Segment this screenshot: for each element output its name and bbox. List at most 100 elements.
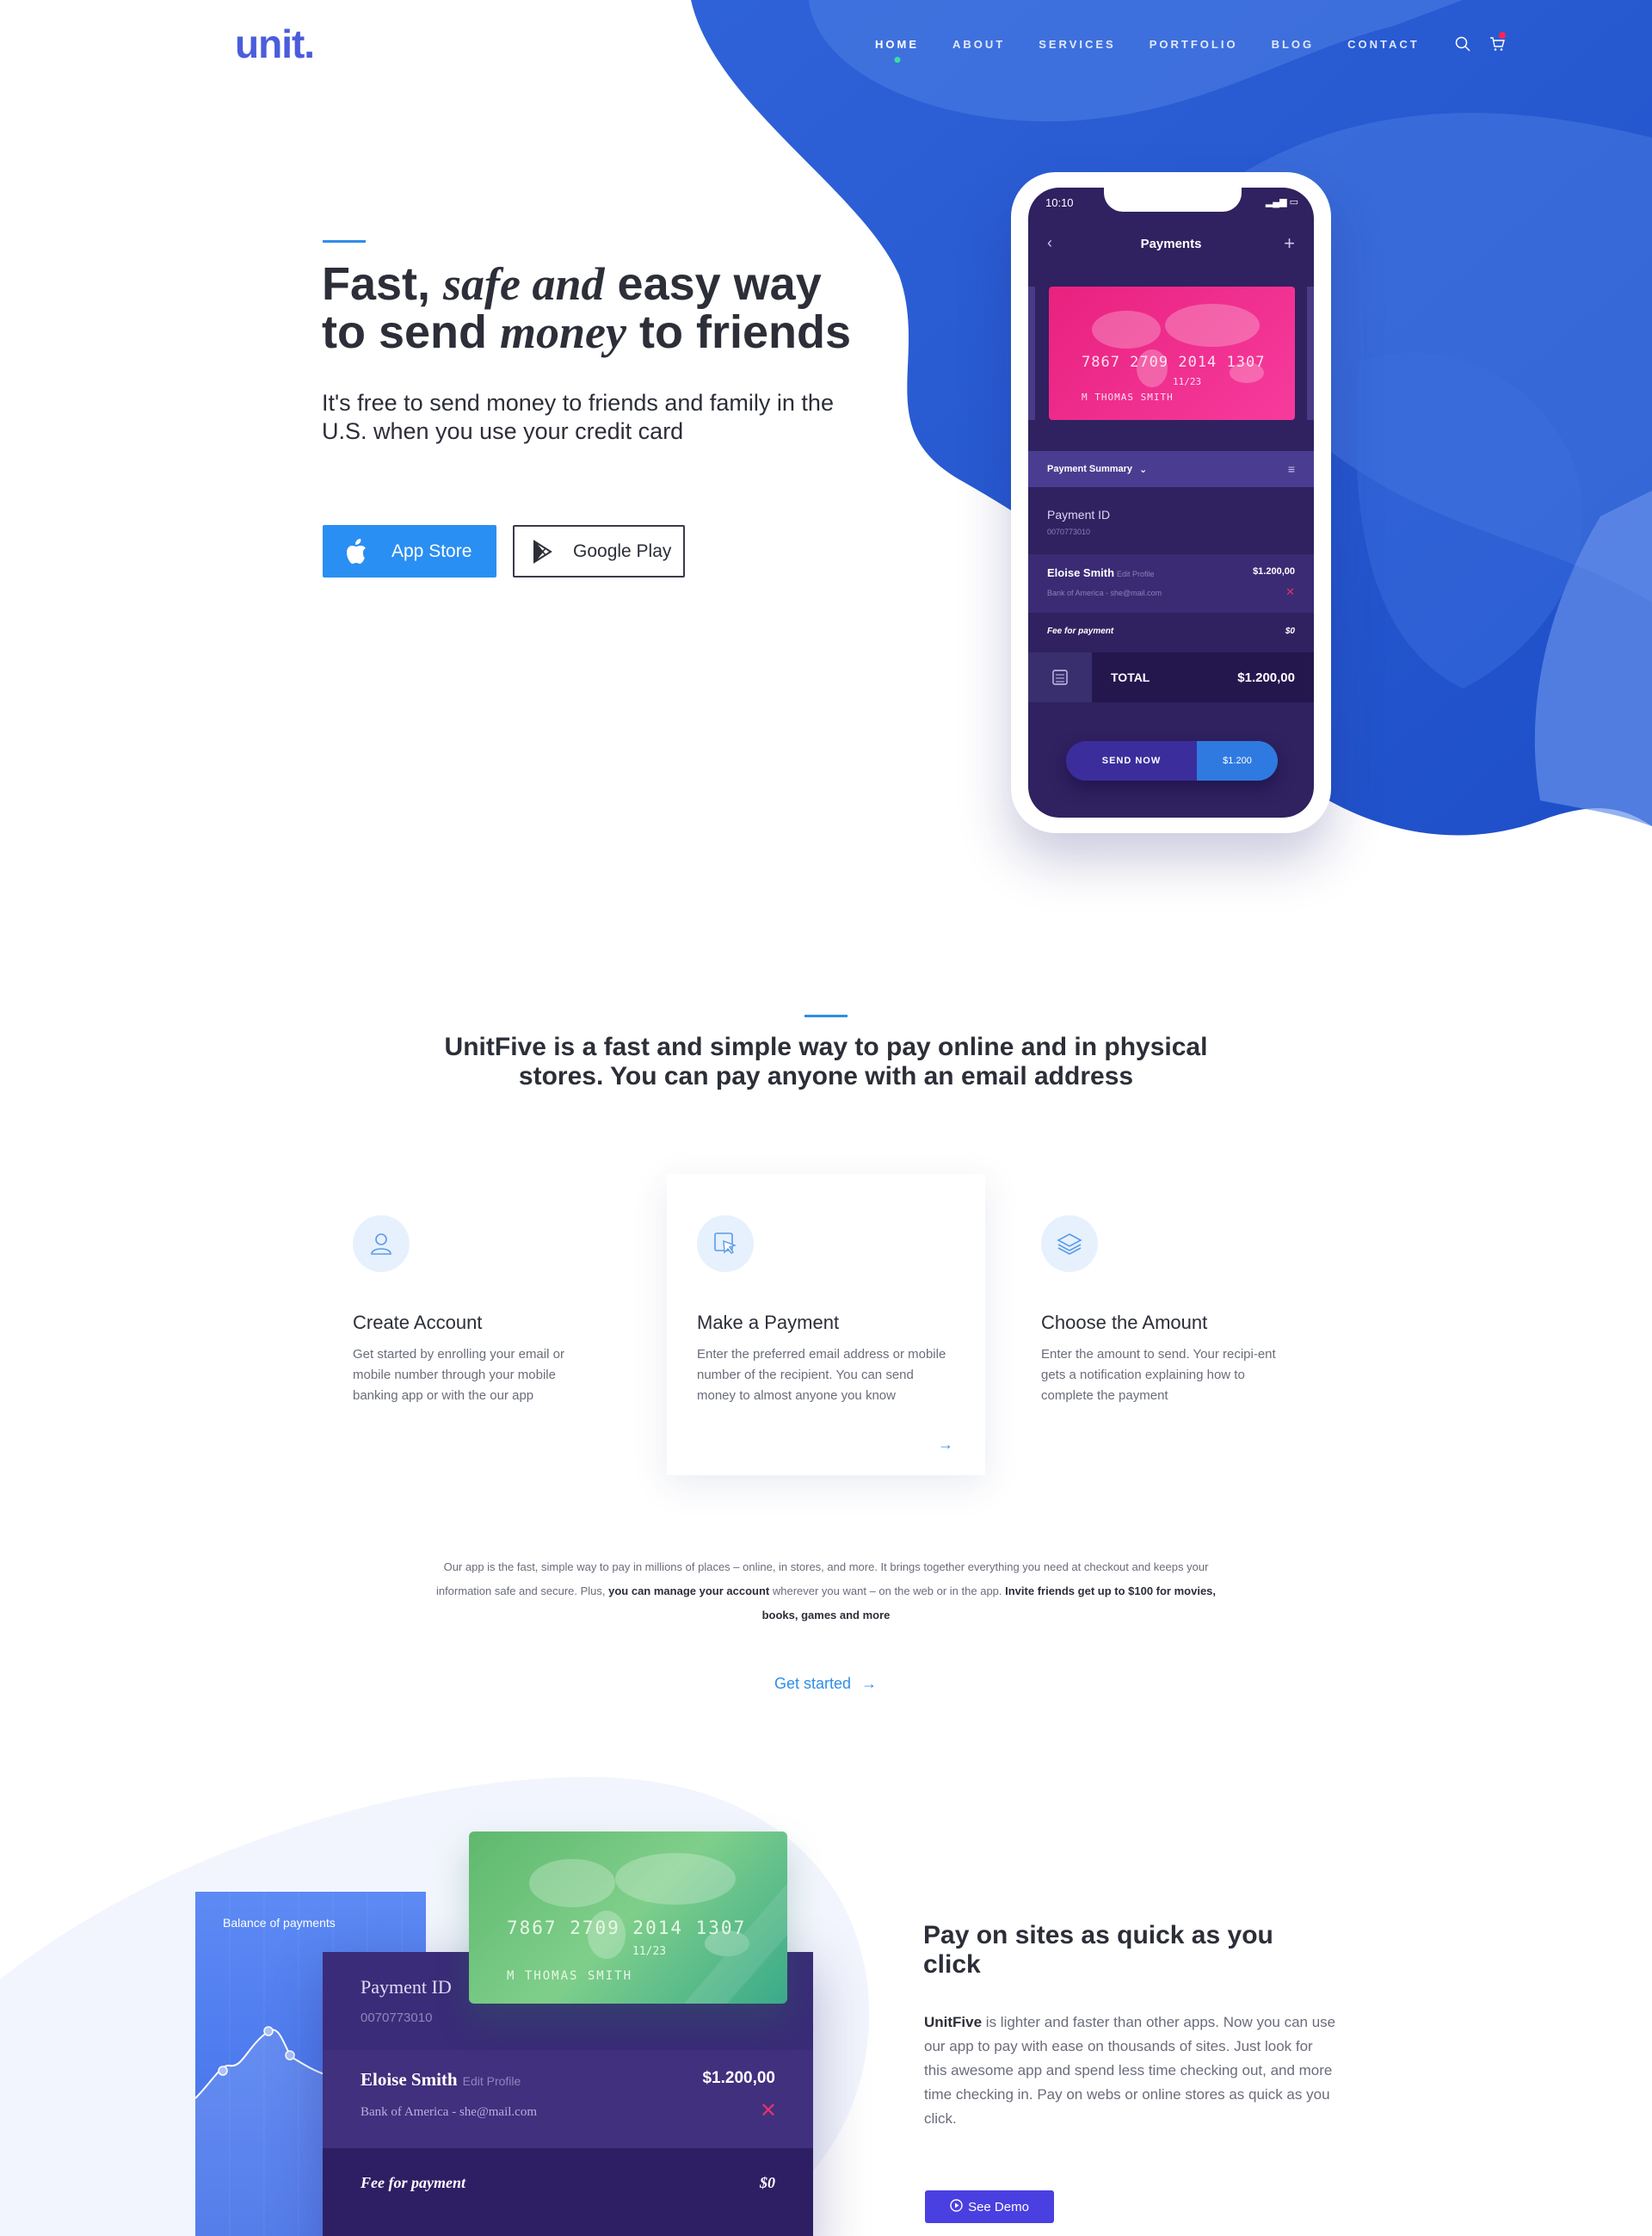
payee-row: Eloise Smith Edit Profile Bank of America…	[323, 2050, 813, 2148]
total-label: TOTAL	[1111, 670, 1150, 684]
hero-title-part: to send	[322, 306, 501, 358]
card-prev	[1028, 287, 1035, 420]
hero-title-part: easy way	[604, 258, 822, 310]
payee-amount: $1.200,00	[702, 2069, 775, 2087]
nav-blog[interactable]: BLOG	[1272, 38, 1315, 51]
credit-card[interactable]: 7867 2709 2014 1307 11/23 M THOMAS SMITH	[1049, 287, 1295, 420]
nav-home-label: HOME	[875, 37, 919, 51]
get-started-label: Get started	[774, 1675, 852, 1692]
hero-title-part: Fast,	[322, 258, 444, 310]
feature-title: Choose the Amount	[1041, 1312, 1208, 1333]
nav-about[interactable]: ABOUT	[952, 38, 1005, 51]
fee-label: Fee for payment	[1047, 627, 1114, 636]
feature-title: Create Account	[353, 1312, 483, 1333]
chevron-down-icon: ⌄	[1139, 464, 1148, 475]
fee-label: Fee for payment	[361, 2174, 465, 2191]
card-holder: M THOMAS SMITH	[507, 1969, 633, 1983]
nav-portfolio[interactable]: PORTFOLIO	[1150, 38, 1238, 51]
payment-id: 0070773010	[1047, 528, 1091, 536]
fee-value: $0	[1285, 627, 1295, 636]
hero-title-part: to friends	[626, 306, 852, 358]
payee-name: Eloise Smith Edit Profile	[361, 2069, 521, 2091]
description-paragraph: Our app is the fast, simple way to pay i…	[430, 1555, 1222, 1628]
phone-screen: 10:10 ▂▄▆ ▭ ‹ Payments + 7867 2709 2014 …	[1028, 188, 1314, 818]
see-demo-label: See Demo	[968, 2199, 1029, 2214]
card-expiry: 11/23	[1173, 376, 1202, 387]
nav-home[interactable]: HOME	[875, 37, 919, 63]
edit-profile-link[interactable]: Edit Profile	[463, 2074, 521, 2088]
fee-row	[323, 2148, 813, 2236]
search-icon[interactable]	[1453, 34, 1472, 53]
section-divider	[804, 1015, 848, 1017]
close-icon[interactable]: ✕	[760, 2098, 777, 2123]
section-text: UnitFive is lighter and faster than othe…	[924, 2011, 1337, 2131]
feature-title: Make a Payment	[697, 1312, 840, 1333]
hero-divider	[323, 240, 366, 243]
hero-title-italic: money	[500, 306, 626, 358]
nav-contact[interactable]: CONTACT	[1347, 38, 1420, 51]
logo[interactable]: unit.	[235, 21, 315, 67]
calculator-icon	[1028, 652, 1092, 702]
payee-bank: Bank of America - she@mail.com	[361, 2105, 538, 2119]
get-started-link[interactable]: Get started →	[774, 1675, 877, 1693]
add-icon[interactable]: +	[1284, 232, 1295, 255]
brand-name: UnitFive	[924, 2014, 983, 2030]
paragraph-bold: you can manage your account	[608, 1584, 770, 1597]
card-holder: M THOMAS SMITH	[1082, 392, 1174, 403]
phone-mockup: 10:10 ▂▄▆ ▭ ‹ Payments + 7867 2709 2014 …	[1011, 172, 1331, 833]
section-text-body: is lighter and faster than other apps. N…	[924, 2014, 1336, 2127]
summary-label: Payment Summary	[1047, 464, 1133, 474]
card-next	[1307, 287, 1314, 420]
payee-name: Eloise Smith Edit Profile	[1047, 566, 1155, 579]
payment-summary-bar[interactable]: Payment Summary ⌄ ≡	[1028, 451, 1314, 487]
cart-icon[interactable]	[1488, 32, 1507, 53]
close-icon[interactable]: ✕	[1285, 585, 1295, 599]
hero-title-italic: safe and	[443, 258, 605, 310]
nav-services[interactable]: SERVICES	[1039, 38, 1116, 51]
play-icon	[950, 2198, 963, 2215]
main-nav: HOME ABOUT SERVICES PORTFOLIO BLOG CONTA…	[875, 32, 1522, 63]
send-now-button[interactable]: SEND NOW $1.200	[1066, 741, 1278, 781]
user-icon	[353, 1215, 410, 1272]
google-play-label: Google Play	[573, 540, 672, 561]
total-amount: $1.200,00	[1237, 670, 1295, 685]
hero-title: Fast, safe and easy way to send money to…	[322, 260, 924, 356]
send-amount: $1.200	[1197, 741, 1278, 781]
payee-bank: Bank of America - she@mail.com	[1047, 589, 1162, 597]
payment-id: 0070773010	[361, 2011, 433, 2025]
google-play-button[interactable]: Google Play	[513, 525, 685, 578]
chart-point	[218, 2066, 228, 2076]
chart-point	[263, 2026, 274, 2036]
screen-title: Payments	[1140, 237, 1202, 251]
payee-name-text: Eloise Smith	[1047, 566, 1115, 579]
apple-icon	[347, 538, 366, 564]
layers-icon	[1041, 1215, 1098, 1272]
feature-text: Enter the amount to send. Your recipi-en…	[1041, 1347, 1276, 1403]
menu-icon[interactable]: ≡	[1288, 462, 1295, 476]
status-time: 10:10	[1045, 196, 1074, 209]
feature-text: Enter the preferred email address or mob…	[697, 1347, 946, 1403]
hero-subtitle: It's free to send money to friends and f…	[322, 390, 834, 444]
card-number: 7867 2709 2014 1307	[1082, 354, 1266, 371]
battery-icon: ▂▄▆ ▭	[1265, 197, 1298, 207]
arrow-right-icon[interactable]: →	[938, 1436, 953, 1454]
google-play-icon	[533, 539, 552, 564]
payment-id-label: Payment ID	[361, 1976, 452, 1998]
credit-card-green[interactable]: 7867 2709 2014 1307 11/23 M THOMAS SMITH	[469, 1831, 787, 2004]
payee-name-text: Eloise Smith	[361, 2069, 458, 2090]
see-demo-button[interactable]: See Demo	[925, 2190, 1054, 2223]
edit-profile-link[interactable]: Edit Profile	[1117, 570, 1155, 578]
cart-badge	[1498, 32, 1506, 39]
feature-text: Get started by enrolling your email or m…	[353, 1347, 564, 1403]
fee-value: $0	[760, 2174, 775, 2191]
app-store-button[interactable]: App Store	[323, 525, 496, 578]
card-number: 7867 2709 2014 1307	[507, 1918, 747, 1938]
total-row: TOTAL $1.200,00	[1028, 652, 1314, 702]
phone-notch	[1104, 188, 1242, 212]
app-store-label: App Store	[391, 540, 472, 561]
section-title: Pay on sites as quick as you click	[923, 1921, 1273, 1979]
payee-amount: $1.200,00	[1253, 566, 1295, 577]
chart-point	[285, 2050, 295, 2060]
arrow-right-icon: →	[861, 1675, 878, 1692]
paragraph-text: wherever you want – on the web or in the…	[769, 1584, 1006, 1597]
